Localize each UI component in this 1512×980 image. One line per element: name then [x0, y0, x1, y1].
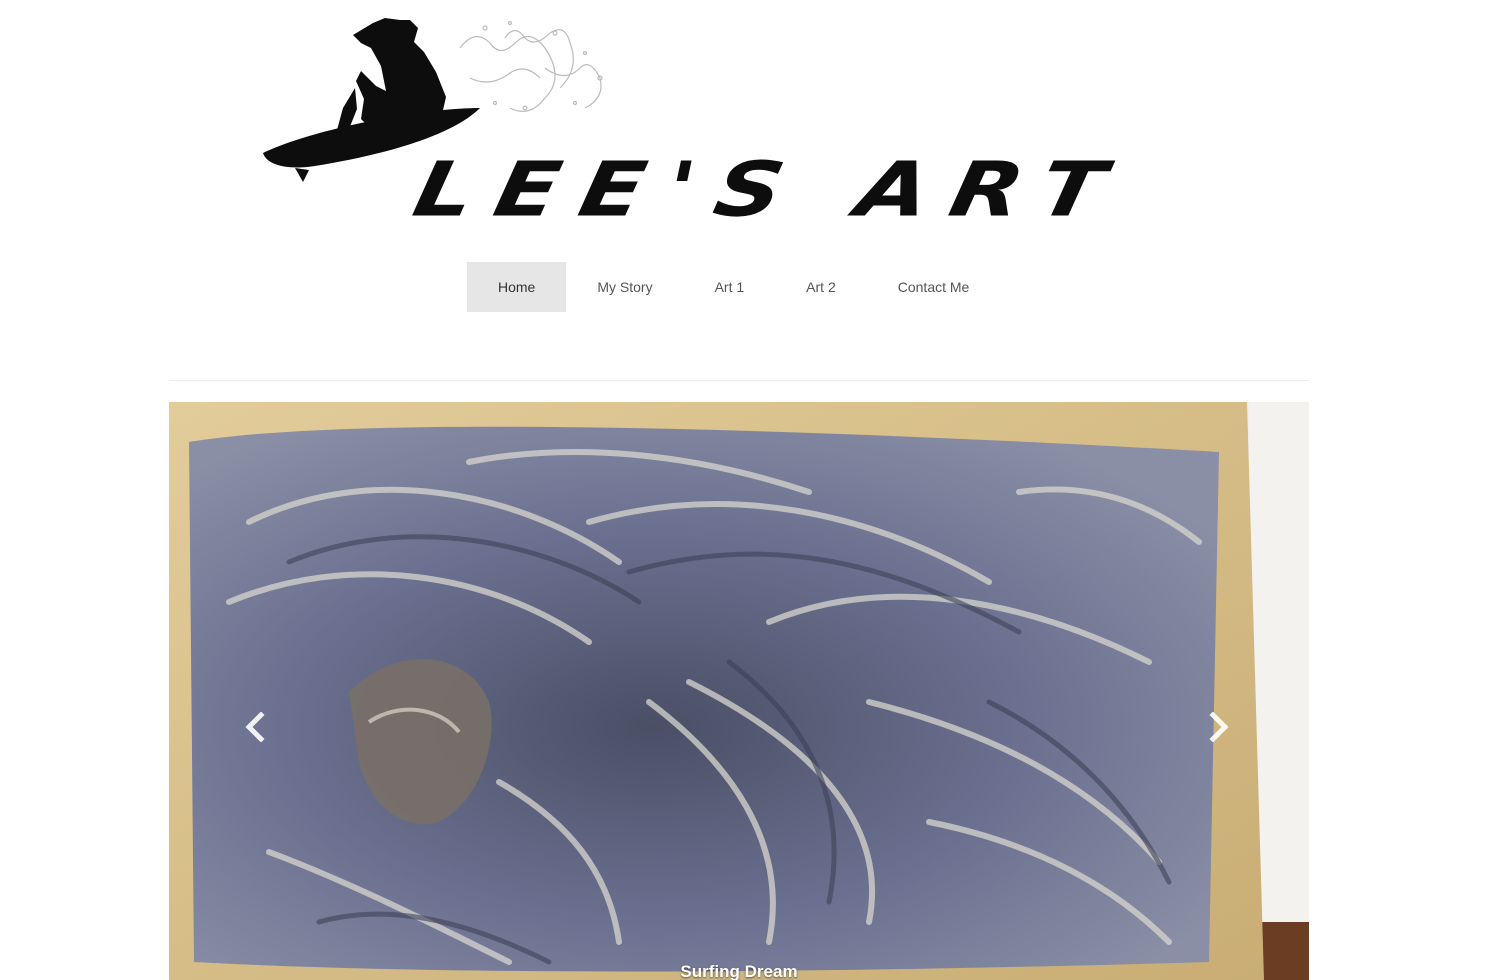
nav-item-label: My Story — [597, 279, 653, 295]
chevron-left-icon — [245, 712, 265, 742]
main-nav: Home My Story Art 1 Art 2 Contact Me — [467, 262, 1000, 312]
carousel-caption: Surfing Dream — [680, 962, 798, 980]
nav-item-home[interactable]: Home — [467, 262, 567, 312]
nav-item-my-story[interactable]: My Story — [566, 262, 683, 312]
nav-item-label: Art 2 — [806, 279, 836, 295]
logo-text: LEE'S ART — [406, 146, 1135, 234]
carousel-next-button[interactable] — [1199, 707, 1239, 747]
nav-item-art-1[interactable]: Art 1 — [684, 262, 776, 312]
image-carousel[interactable]: Surfing Dream — [169, 402, 1309, 980]
painting-image — [169, 402, 1309, 980]
nav-item-art-2[interactable]: Art 2 — [775, 262, 867, 312]
nav-item-label: Home — [498, 279, 536, 295]
carousel-prev-button[interactable] — [235, 707, 275, 747]
page: LEE'S ART Home My Story Art 1 Art 2 Cont… — [0, 0, 1512, 980]
nav-item-label: Art 1 — [714, 279, 745, 295]
nav-item-label: Contact Me — [897, 279, 970, 295]
site-logo[interactable]: LEE'S ART — [255, 8, 1225, 248]
chevron-right-icon — [1209, 712, 1229, 742]
nav-item-contact-me[interactable]: Contact Me — [867, 262, 1001, 312]
header-divider — [169, 380, 1309, 381]
